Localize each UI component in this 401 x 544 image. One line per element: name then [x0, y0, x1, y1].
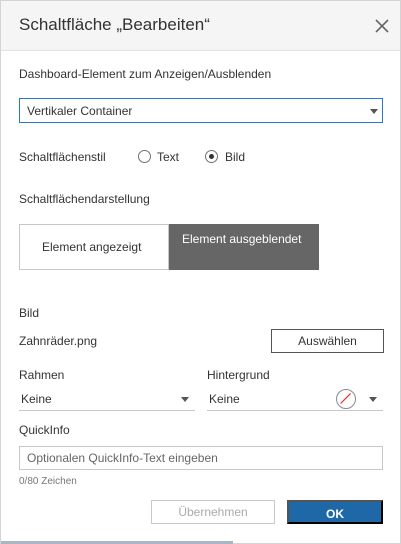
segment-element-shown-label: Element angezeigt — [42, 240, 142, 254]
background-dropdown-value: Keine — [209, 392, 240, 406]
tooltip-input[interactable] — [19, 446, 383, 470]
border-dropdown[interactable]: Keine — [19, 389, 195, 411]
background-dropdown[interactable]: Keine — [207, 389, 383, 411]
ok-button[interactable]: OK — [287, 500, 383, 524]
element-select-value: Vertikaler Container — [27, 104, 133, 118]
border-label: Rahmen — [19, 368, 65, 382]
radio-text[interactable] — [138, 150, 151, 163]
element-label: Dashboard-Element zum Anzeigen/Ausblende… — [19, 67, 272, 81]
close-icon[interactable] — [371, 15, 393, 37]
segment-element-hidden-label: Element ausgeblendet — [182, 232, 302, 246]
chevron-down-icon — [370, 109, 378, 114]
image-filename: Zahnräder.png — [19, 334, 98, 348]
tooltip-label: QuickInfo — [19, 423, 70, 437]
segment-element-shown[interactable]: Element angezeigt — [19, 224, 169, 270]
chevron-down-icon — [369, 397, 377, 402]
radio-image-label: Bild — [225, 150, 246, 164]
border-dropdown-value: Keine — [21, 392, 52, 406]
segment-element-hidden[interactable]: Element ausgeblendet — [169, 224, 319, 270]
apply-button[interactable]: Übernehmen — [151, 500, 275, 524]
dialog-header: Schaltfläche „Bearbeiten“ — [1, 1, 400, 51]
radio-image[interactable] — [205, 150, 218, 163]
appearance-label: Schaltflächendarstellung — [19, 192, 150, 206]
no-color-swatch-icon[interactable] — [336, 389, 356, 409]
image-label: Bild — [19, 306, 40, 320]
element-select[interactable]: Vertikaler Container — [19, 98, 383, 123]
choose-image-button[interactable]: Auswählen — [271, 329, 384, 353]
background-label: Hintergrund — [207, 368, 270, 382]
tooltip-char-counter: 0/80 Zeichen — [19, 476, 77, 487]
edit-button-dialog: Schaltfläche „Bearbeiten“ Dashboard-Elem… — [0, 0, 401, 544]
radio-selected-dot — [209, 154, 214, 159]
dialog-title: Schaltfläche „Bearbeiten“ — [19, 15, 210, 34]
button-style-label: Schaltflächenstil — [19, 150, 106, 164]
chevron-down-icon — [181, 397, 189, 402]
radio-text-label: Text — [157, 150, 180, 164]
